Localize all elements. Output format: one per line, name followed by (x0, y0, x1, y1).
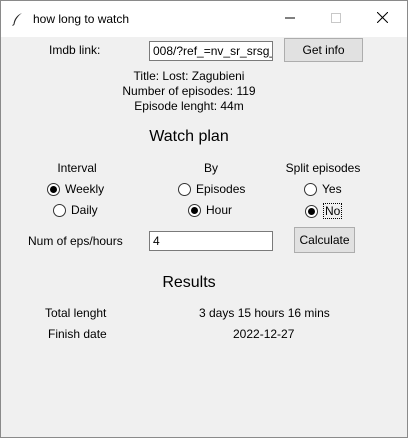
radio-circle (47, 182, 60, 196)
by-label: By (203, 161, 218, 175)
radio-circle (304, 182, 317, 196)
calculate-button[interactable]: Calculate (294, 227, 355, 253)
radio-daily-label: Daily (71, 203, 98, 217)
maximize-button[interactable] (313, 1, 359, 37)
radio-hour-label: Hour (206, 203, 233, 217)
info-episodes: Number of episodes: 119 (122, 84, 256, 98)
app-window: how long to watch Imdb link: 008/?ref_=n… (0, 0, 408, 438)
main-content: Imdb link: 008/?ref_=nv_sr_srsg_3 Get in… (1, 37, 407, 437)
radio-circle (305, 204, 318, 218)
title-bar[interactable]: how long to watch (1, 1, 407, 37)
get-info-button[interactable]: Get info (284, 38, 363, 62)
radio-no[interactable]: No (305, 203, 343, 219)
radio-circle (188, 203, 201, 217)
radio-daily[interactable]: Daily (53, 203, 98, 217)
total-length-label: Total lenght (45, 306, 107, 320)
radio-weekly-label: Weekly (65, 182, 105, 196)
radio-weekly[interactable]: Weekly (47, 182, 104, 196)
window-title: how long to watch (33, 12, 130, 26)
radio-episodes-label: Episodes (196, 182, 246, 196)
split-episodes-label: Split episodes (285, 161, 361, 175)
maximize-icon (331, 12, 341, 26)
num-eps-hours-label: Num of eps/hours (28, 234, 123, 248)
num-eps-hours-input[interactable]: 4 (149, 231, 273, 251)
radio-circle (178, 182, 191, 196)
radio-no-label: No (323, 203, 343, 219)
feather-icon (11, 12, 25, 26)
finish-date-label: Finish date (48, 327, 107, 341)
close-button[interactable] (359, 1, 405, 37)
info-episode-length: Episode lenght: 44m (134, 99, 244, 113)
info-title: Title: Lost: Zagubieni (133, 69, 245, 83)
imdb-label: Imdb link: (49, 43, 101, 57)
radio-yes-label: Yes (322, 182, 342, 196)
finish-date-value: 2022-12-27 (233, 327, 295, 341)
minimize-icon (285, 12, 295, 26)
interval-label: Interval (57, 161, 97, 175)
imdb-link-input[interactable]: 008/?ref_=nv_sr_srsg_3 (149, 41, 273, 61)
total-length-value: 3 days 15 hours 16 mins (199, 306, 330, 320)
watch-plan-heading: Watch plan (149, 128, 229, 145)
radio-circle (53, 203, 66, 217)
close-icon (376, 11, 388, 26)
radio-yes[interactable]: Yes (304, 182, 342, 196)
radio-episodes[interactable]: Episodes (178, 182, 245, 196)
minimize-button[interactable] (267, 1, 313, 37)
results-heading: Results (162, 274, 216, 291)
radio-hour[interactable]: Hour (188, 203, 232, 217)
